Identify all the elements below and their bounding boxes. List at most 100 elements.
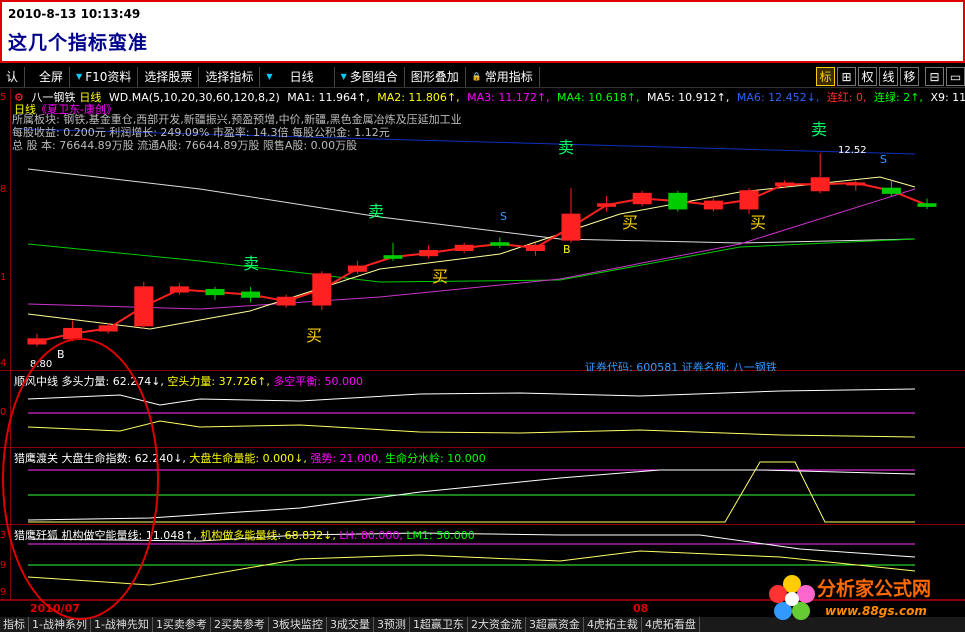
tab-12[interactable]: 4虎拓看盘	[642, 617, 700, 632]
short-ma-line	[36, 181, 928, 343]
restore-icon[interactable]: ▭	[946, 67, 965, 86]
y-tick-8: 8	[0, 184, 7, 195]
shares-row: 总 股 本: 76644.89万股 流通A股: 76644.89万股 限售A股:…	[12, 139, 358, 152]
lianlv-value: 连绿: 2↑,	[874, 91, 923, 104]
indicator-title-jianhu: 猎鹰歼狐 机构做空能量线: 11.048↑, 机构做多能量线: 68.832↓,…	[14, 529, 475, 542]
candle-body	[419, 250, 439, 257]
toolbar-item-f10[interactable]: ▼ F10资料	[70, 66, 139, 87]
main-toolbar: 认 全屏 ▼ F10资料 选择股票 选择指标 ▼ 日线 ▼ 多图组合 图形叠加 🔒 常用…	[0, 66, 965, 88]
tab-9[interactable]: 2大资金流	[468, 617, 526, 632]
y-axis	[10, 448, 11, 524]
toolbar-item-select-stock[interactable]: 选择股票	[138, 66, 200, 87]
indicator-panel-liedu[interactable]: 猎鹰渡关 大盘生命指数: 62.240↓, 大盘生命量能: 0.000↓, 强势…	[0, 448, 965, 525]
toolbar-item-select-indicator[interactable]: 选择指标	[199, 66, 261, 87]
watermark-url: www.88gs.com	[825, 604, 927, 618]
eps-row: 每股收益: 0.200元 利润增长: 249.09% 市盈率: 14.3倍 每股…	[12, 126, 390, 139]
x9-value: X9: 11.793↓	[930, 91, 965, 104]
tab-4[interactable]: 2买卖参考	[211, 617, 269, 632]
tab-10[interactable]: 3超赢资金	[526, 617, 584, 632]
high-price-label: 12.52	[838, 145, 867, 156]
ma2-value: MA2: 11.806↑,	[377, 91, 460, 104]
toolbar-item-default[interactable]: 认	[0, 66, 26, 87]
y-tick-9a: 9	[0, 560, 7, 571]
candle-body	[205, 288, 225, 296]
post-header: 2010-8-13 10:13:49 这几个指标蛮准	[0, 0, 965, 63]
ma-params: WD.MA(5,10,20,30,60,120,8,2)	[108, 91, 280, 104]
y-tick-0: 0	[0, 407, 7, 418]
signal-b: B	[57, 348, 65, 361]
toolbar-item-fullscreen[interactable]: 全屏	[25, 66, 71, 87]
indicator-panel-shunfeng[interactable]: 0 顺风中线 多头力量: 62.274↓, 空头力量: 37.726↑, 多空平…	[0, 371, 965, 448]
signal-buy: 买	[622, 213, 638, 232]
tab-0[interactable]: 指标	[0, 617, 29, 632]
toolbar-item-daily[interactable]: ▼ 日线	[260, 66, 335, 87]
candle-body	[561, 213, 581, 241]
ma4-value: MA4: 10.618↑,	[557, 91, 640, 104]
tab-7[interactable]: 3预测	[374, 617, 410, 632]
y-tick-3: 3	[0, 530, 7, 541]
flower-logo-icon	[769, 575, 815, 620]
candle-body	[739, 190, 759, 210]
dropdown-arrow-icon: ▼	[340, 72, 347, 81]
candle-body	[347, 265, 367, 272]
company-info: 所属板块: 钢铁,基金重仓,西部开发,新疆振兴,预盈预增,中价,新疆,黑色金属冶…	[12, 113, 462, 152]
lock-icon: 🔒	[471, 72, 482, 81]
toolbar-item-multi-chart[interactable]: ▼ 多图组合	[335, 66, 405, 87]
crosshair-icon[interactable]: ⊞	[837, 67, 856, 86]
candle-body	[63, 327, 83, 340]
line-icon[interactable]: 线	[879, 67, 898, 86]
signal-sell: 卖	[243, 254, 259, 273]
ma20-line	[27, 176, 916, 330]
ma-readout: ⚙ 八一钢铁 日线 WD.MA(5,10,20,30,60,120,8,2) MA…	[14, 89, 965, 105]
dropdown-arrow-icon: ▼	[76, 72, 83, 81]
tab-6[interactable]: 3成交量	[327, 617, 374, 632]
tab-3[interactable]: 1买卖参考	[153, 617, 211, 632]
tab-8[interactable]: 1超赢卫东	[410, 617, 468, 632]
short-force-line	[27, 420, 916, 438]
ma1-value: MA1: 11.964↑,	[287, 91, 370, 104]
candle-body	[668, 192, 688, 210]
ma3-value: MA3: 11.172↑,	[467, 91, 550, 104]
indicator-title-shunfeng: 顺风中线 多头力量: 62.274↓, 空头力量: 37.726↑, 多空平衡:…	[14, 375, 364, 388]
date-label-left: 2010/07	[30, 602, 80, 615]
candle-body	[917, 203, 937, 207]
window-icon[interactable]: ⊟	[925, 67, 944, 86]
watermark-name: 分析家公式网	[817, 578, 932, 600]
y-axis	[10, 371, 11, 447]
toolbar-item-common-indicator[interactable]: 🔒 常用指标	[466, 66, 540, 87]
candle-body	[597, 203, 617, 207]
post-datetime: 2010-8-13 10:13:49	[8, 7, 141, 21]
rights-icon[interactable]: 权	[858, 67, 877, 86]
mark-icon[interactable]: 标	[816, 67, 835, 86]
candle-body	[846, 182, 866, 186]
sector-row: 所属板块: 钢铁,基金重仓,西部开发,新疆振兴,预盈预增,中价,新疆,黑色金属冶…	[12, 113, 462, 126]
tab-11[interactable]: 4虎拓主裁	[584, 617, 642, 632]
signal-b: B	[563, 243, 571, 256]
signal-s: S	[880, 153, 887, 166]
toolbar-item-overlay[interactable]: 图形叠加	[405, 66, 466, 87]
watermark-logo: 分析家公式网 www.88gs.com	[765, 568, 963, 630]
ma5-value: MA5: 10.912↑,	[646, 91, 730, 104]
long-force-line	[27, 388, 916, 406]
signal-buy: 买	[306, 326, 322, 345]
candle-body	[881, 187, 901, 194]
signal-sell: 卖	[558, 138, 574, 157]
tab-1[interactable]: 1-战神系列	[29, 617, 91, 632]
candle-body	[775, 182, 795, 187]
candle-body	[241, 291, 261, 298]
ma6-value: MA6: 12.452↓,	[736, 91, 820, 104]
y-tick-5: 5	[0, 92, 7, 103]
low-price-label: 8.80	[30, 359, 52, 370]
dropdown-arrow-icon: ▼	[266, 72, 273, 81]
tab-5[interactable]: 3板块监控	[269, 617, 327, 632]
candle-body	[98, 325, 118, 332]
y-tick-1: 1	[0, 272, 7, 283]
tab-2[interactable]: 1-战神先知	[91, 617, 153, 632]
kline-panel[interactable]: 卖卖卖卖买买买买 S S B B 12.52 8.80 5 8 1 4 ⚙ 八一钢铁 日线 W…	[0, 89, 965, 374]
move-icon[interactable]: 移	[900, 67, 919, 86]
candle-body	[27, 338, 47, 345]
candle-body	[276, 296, 296, 306]
signal-sell: 卖	[811, 120, 827, 139]
y-axis	[10, 525, 11, 599]
candle-body	[454, 244, 474, 251]
